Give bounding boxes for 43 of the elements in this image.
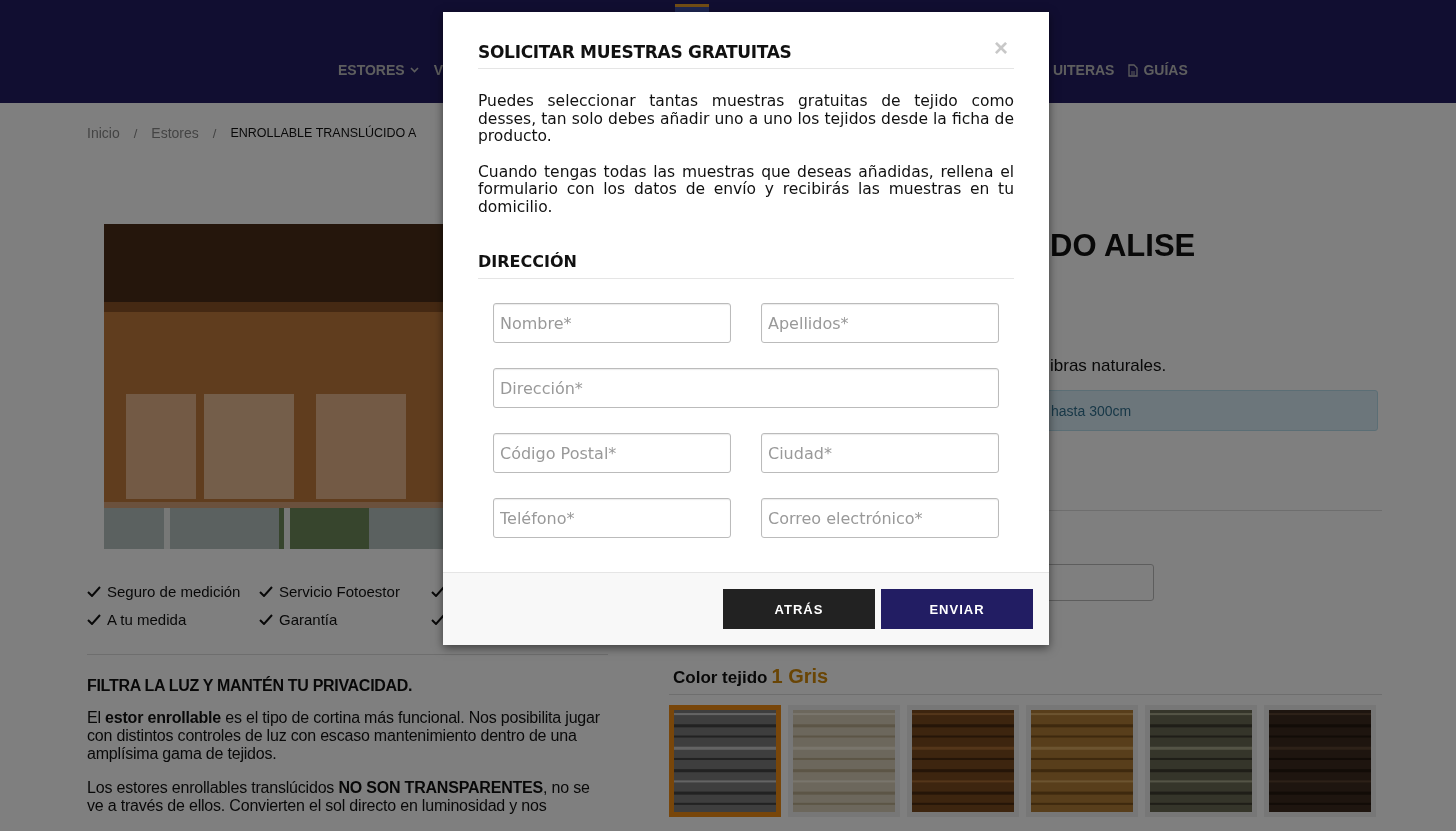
product-description: ibras naturales.: [1050, 355, 1168, 377]
feature-text: A tu medida: [107, 610, 187, 628]
check-icon: [431, 585, 445, 597]
modal-title: SOLICITAR MUESTRAS GRATUITAS: [478, 42, 792, 62]
close-button[interactable]: ×: [988, 38, 1014, 58]
breadcrumb-separator: /: [133, 125, 138, 141]
breadcrumb-link[interactable]: Inicio: [87, 125, 120, 141]
input-field[interactable]: Nombre*: [493, 303, 731, 343]
check-icon: [87, 613, 101, 625]
nav-link[interactable]: UITERAS: [1053, 62, 1115, 78]
check-icon: [87, 585, 101, 597]
description-paragraph: Los estores enrollables translúcidos NO SON TRANSPARENTES, no se ve a través de ellos. Convierten el sol directo en luminosidad y nos: [87, 779, 591, 815]
modal-paragraph: Puedes seleccionar tantas muestras gratuitas de tejido como desses, tan solo debes añadir uno a uno los tejidos desde la ficha de producto.: [478, 93, 1014, 146]
feature-text: Servicio Fotoestor: [279, 582, 400, 600]
caret-icon: [409, 67, 419, 73]
color-label: Color tejido: [673, 668, 768, 688]
breadcrumb-separator: /: [212, 125, 217, 141]
breadcrumb-link[interactable]: ENROLLABLE TRANSLÚCIDO A: [230, 126, 417, 140]
check-icon: [431, 613, 445, 625]
check-icon: [259, 585, 273, 597]
nav-link[interactable]: V: [433, 62, 443, 78]
back-button[interactable]: ATRÁS: [723, 589, 875, 629]
logo-icon: [675, 4, 709, 12]
check-icon: [259, 613, 273, 625]
file-icon: [1128, 63, 1139, 77]
description-paragraph: El estor enrollable es el tipo de cortina más funcional. Nos posibilita jugar con distintos controles de luz con escaso mantenimiento dentro de una amplísima gama de tejidos.: [87, 709, 601, 763]
input-field[interactable]: Ciudad*: [761, 433, 999, 473]
input-field[interactable]: Apellidos*: [761, 303, 999, 343]
input-field[interactable]: Dirección*: [493, 368, 999, 408]
product-title: DO ALISE: [1050, 227, 1197, 265]
submit-button[interactable]: ENVIAR: [881, 589, 1033, 629]
modal-paragraph: Cuando tengas todas las muestras que deseas añadidas, rellena el formulario con los datos de envío y recibirás las muestras en tu domicilio.: [478, 163, 1014, 216]
breadcrumb-link[interactable]: Estores: [151, 125, 199, 141]
color-value: 1 Gris: [771, 665, 829, 688]
nav-link[interactable]: GUÍAS: [1128, 62, 1188, 78]
input-field[interactable]: Código Postal*: [493, 433, 731, 473]
nav-link[interactable]: ESTORES: [338, 62, 419, 78]
feature-text: Garantía: [279, 610, 338, 628]
section-heading: DIRECCIÓN: [478, 252, 1014, 279]
input-field[interactable]: Correo electrónico*: [761, 498, 999, 538]
input-field[interactable]: Teléfono*: [493, 498, 731, 538]
feature-text: Seguro de medición: [107, 582, 241, 600]
section-heading: FILTRA LA LUZ Y MANTÉN TU PRIVACIDAD.: [87, 677, 414, 695]
